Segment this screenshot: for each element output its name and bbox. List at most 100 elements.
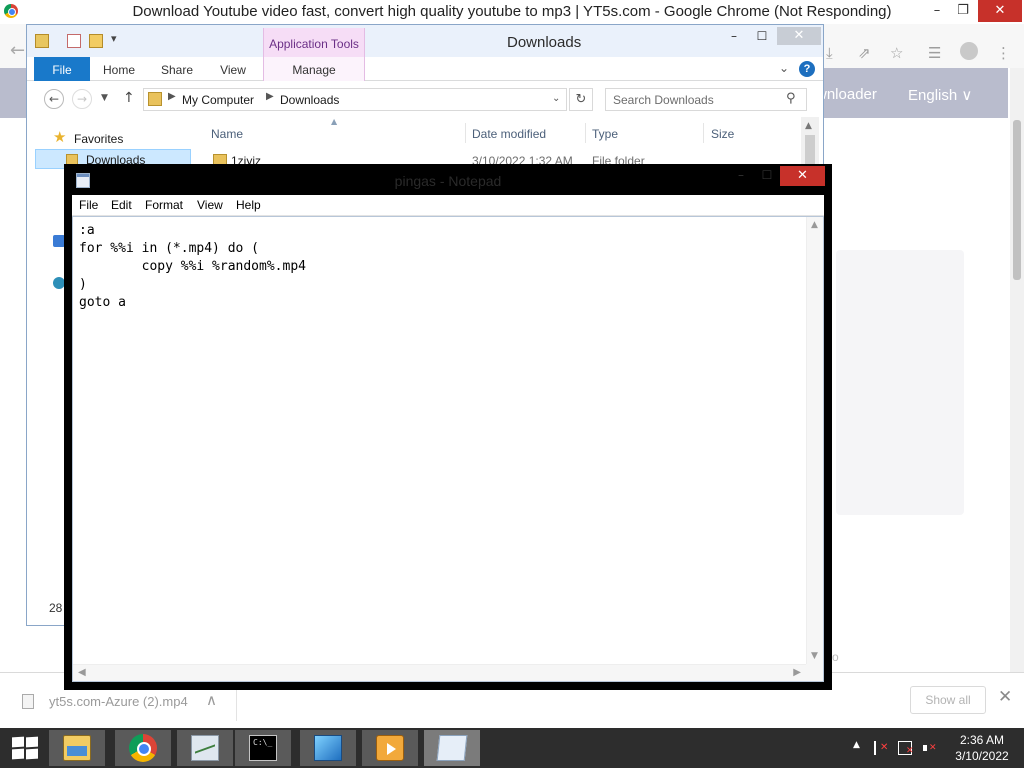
file-explorer-icon: [63, 735, 91, 761]
notepad-editor: :a for %%i in (*.mp4) do ( copy %%i %ran…: [72, 216, 824, 682]
up-arrow-icon[interactable]: ↑: [123, 90, 135, 106]
volume-muted-icon[interactable]: [922, 741, 937, 755]
nav-downloader-link[interactable]: wnloader: [816, 86, 877, 103]
back-arrow-icon[interactable]: ←: [44, 89, 64, 109]
menu-help[interactable]: Help: [236, 198, 261, 212]
taskbar-file-explorer[interactable]: [49, 730, 105, 766]
tab-view[interactable]: View: [213, 57, 253, 81]
media-player-icon: [376, 735, 404, 761]
download-item-name: yt5s.com-Azure (2).mp4: [49, 694, 188, 709]
column-divider[interactable]: [465, 123, 466, 143]
chrome-titlebar: Download Youtube video fast, convert hig…: [0, 0, 1024, 24]
scroll-up-icon[interactable]: ▲: [805, 121, 812, 131]
column-header-size[interactable]: Size: [711, 127, 734, 141]
search-input[interactable]: [606, 89, 782, 110]
chrome-restore-button[interactable]: ❐: [950, 0, 976, 22]
notepad-minimize-button[interactable]: –: [728, 168, 754, 182]
clock-time: 2:36 AM: [959, 733, 1005, 747]
column-divider[interactable]: [703, 123, 704, 143]
menu-format[interactable]: Format: [145, 198, 183, 212]
chrome-close-button[interactable]: ✕: [978, 0, 1022, 22]
explorer-window-title: Downloads: [507, 34, 582, 51]
address-dropdown-icon[interactable]: ⌄: [552, 93, 560, 104]
properties-icon[interactable]: [35, 34, 49, 48]
search-icon[interactable]: ⚲: [786, 91, 796, 106]
breadcrumb-chevron-icon[interactable]: ▶: [266, 91, 274, 102]
chrome-window-title: Download Youtube video fast, convert hig…: [132, 3, 892, 20]
show-all-button[interactable]: Show all: [910, 686, 986, 714]
column-header-date-modified[interactable]: Date modified: [472, 127, 546, 141]
scroll-left-icon[interactable]: ◀: [78, 667, 86, 678]
tab-home[interactable]: Home: [97, 57, 141, 81]
notepad-maximize-button[interactable]: ☐: [754, 168, 780, 182]
network-disconnected-icon[interactable]: [898, 741, 914, 756]
chevron-up-icon[interactable]: ∧: [206, 691, 217, 709]
notepad-menubar: File Edit Format View Help: [72, 195, 824, 216]
start-windows-icon[interactable]: [12, 736, 38, 760]
close-download-bar-icon[interactable]: ✕: [998, 687, 1012, 707]
share-icon[interactable]: ⇗: [858, 44, 871, 62]
breadcrumb-chevron-icon[interactable]: ▶: [168, 91, 176, 102]
recent-locations-dropdown-icon[interactable]: ▼: [101, 93, 108, 103]
customize-toolbar-dropdown-icon[interactable]: ▾: [111, 32, 117, 45]
scroll-right-icon[interactable]: ▶: [793, 667, 801, 678]
profile-avatar[interactable]: [960, 42, 978, 60]
taskbar-vsdc-video-editor[interactable]: [300, 730, 356, 766]
column-header-type[interactable]: Type: [592, 127, 618, 141]
bookmark-star-icon[interactable]: ☆: [890, 44, 903, 62]
scrollbar-thumb[interactable]: [1013, 120, 1021, 280]
search-box[interactable]: ⚲: [605, 88, 807, 111]
column-divider[interactable]: [585, 123, 586, 143]
column-header-name[interactable]: Name: [211, 127, 243, 141]
performance-monitor-icon: [191, 735, 219, 761]
tab-manage[interactable]: Manage: [263, 57, 365, 81]
explorer-minimize-button[interactable]: –: [721, 29, 747, 43]
notepad-vertical-scrollbar[interactable]: ▲ ▼: [806, 217, 823, 664]
menu-edit[interactable]: Edit: [111, 198, 132, 212]
action-center-flag-icon[interactable]: [874, 741, 888, 755]
menu-file[interactable]: File: [79, 198, 98, 212]
undo-icon[interactable]: [67, 34, 81, 48]
download-icon[interactable]: ⤓: [826, 44, 833, 62]
taskbar-performance-monitor[interactable]: [177, 730, 233, 766]
chrome-menu-icon[interactable]: ⋮: [996, 44, 1011, 62]
menu-view[interactable]: View: [197, 198, 223, 212]
forward-arrow-icon[interactable]: →: [72, 89, 92, 109]
explorer-close-button[interactable]: ✕: [777, 27, 821, 45]
notepad-close-button[interactable]: ✕: [780, 166, 825, 186]
breadcrumb-my-computer[interactable]: My Computer: [182, 93, 254, 107]
chrome-page-scrollbar[interactable]: [1010, 68, 1024, 672]
chrome-minimize-button[interactable]: –: [924, 0, 950, 22]
status-item-count: 28: [49, 601, 63, 615]
tab-share[interactable]: Share: [155, 57, 199, 81]
reading-list-icon[interactable]: ☰: [928, 44, 941, 62]
refresh-icon[interactable]: ↻: [569, 88, 593, 111]
address-bar[interactable]: ▶ My Computer ▶ Downloads ⌄: [143, 88, 567, 111]
expand-ribbon-chevron-icon[interactable]: ⌄: [779, 61, 789, 75]
breadcrumb-downloads[interactable]: Downloads: [280, 93, 339, 107]
star-icon: ★: [53, 128, 67, 146]
new-folder-icon[interactable]: [89, 34, 103, 48]
show-hidden-icons-chevron-icon[interactable]: ▲: [853, 740, 860, 750]
video-editor-icon: [314, 735, 342, 761]
taskbar-clock[interactable]: 2:36 AM 3/10/2022: [950, 732, 1014, 764]
explorer-titlebar: ▾ Application Tools Downloads – ☐ ✕: [27, 25, 823, 58]
chrome-back-icon[interactable]: ←: [10, 40, 25, 61]
downloads-folder-icon: [148, 92, 162, 106]
taskbar-media-player[interactable]: [362, 730, 418, 766]
notepad-window-title: pingas - Notepad: [394, 173, 502, 189]
language-selector[interactable]: English ∨: [908, 86, 972, 104]
notepad-icon: [436, 735, 468, 761]
notepad-text-area[interactable]: :a for %%i in (*.mp4) do ( copy %%i %ran…: [73, 217, 806, 664]
taskbar-notepad[interactable]: [424, 730, 480, 766]
taskbar-command-prompt[interactable]: C:\_: [235, 730, 291, 766]
tab-file[interactable]: File: [34, 57, 90, 81]
help-icon[interactable]: ?: [799, 61, 815, 77]
chrome-icon: [129, 734, 157, 762]
notepad-horizontal-scrollbar[interactable]: ◀ ▶: [73, 664, 806, 681]
scroll-down-icon[interactable]: ▼: [811, 651, 818, 661]
explorer-maximize-button[interactable]: ☐: [749, 29, 775, 43]
scroll-up-icon[interactable]: ▲: [811, 220, 818, 230]
download-item[interactable]: yt5s.com-Azure (2).mp4 ∧: [16, 691, 236, 715]
taskbar-google-chrome[interactable]: [115, 730, 171, 766]
